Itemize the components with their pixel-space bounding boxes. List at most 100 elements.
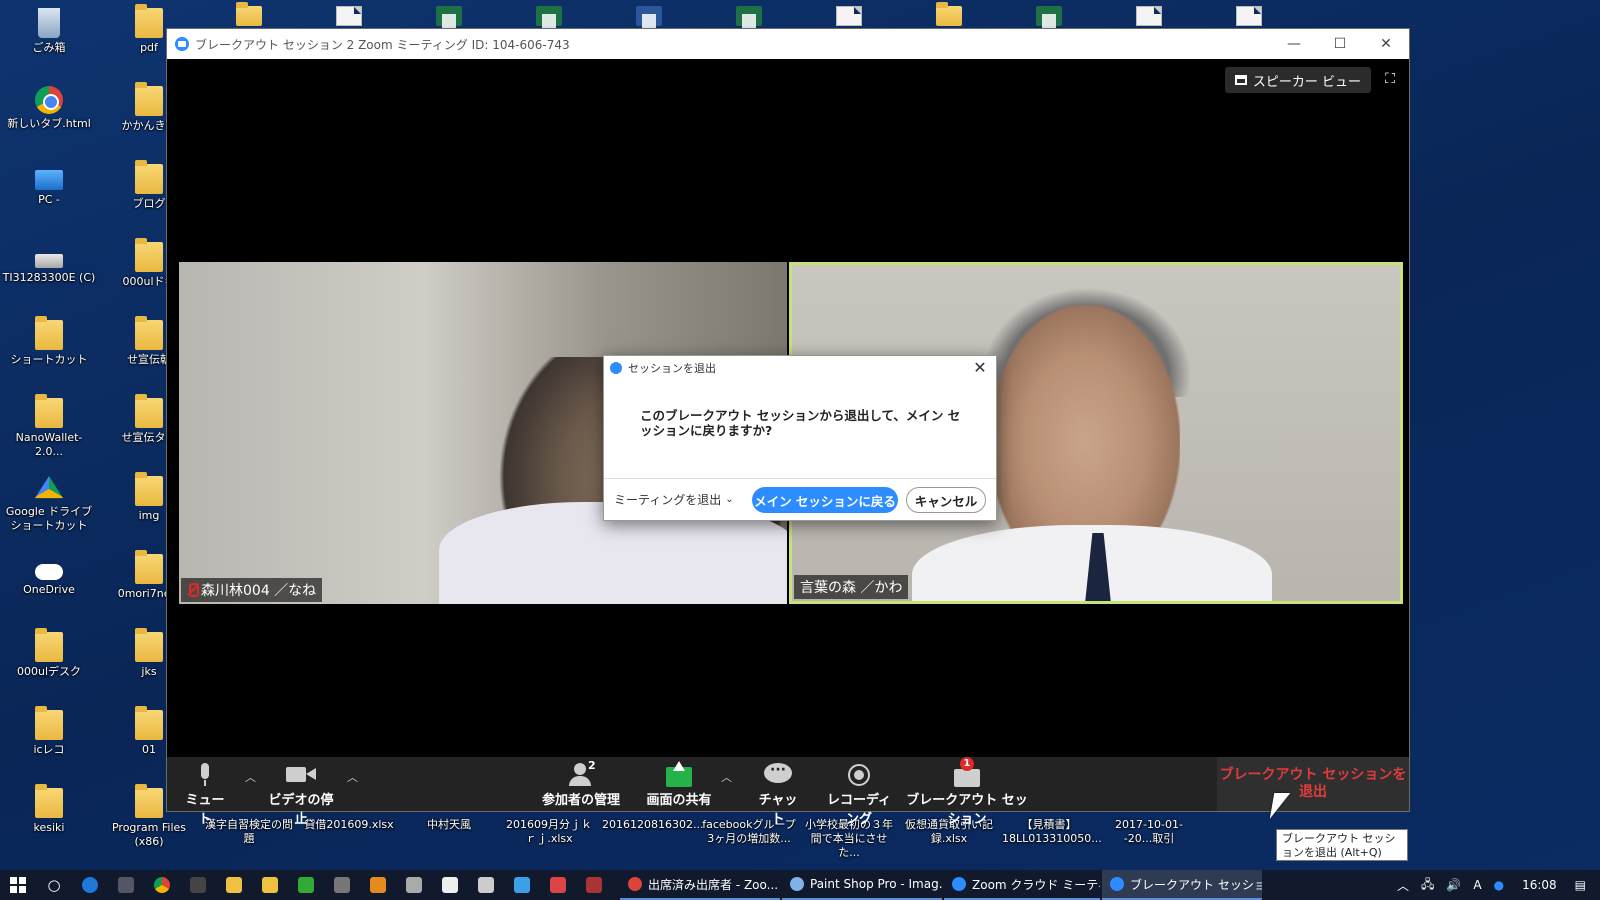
participants-button[interactable]: 2 参加者の管理 xyxy=(539,759,623,808)
desktop-icon[interactable]: PC - xyxy=(2,164,96,207)
app-icon xyxy=(298,877,314,893)
desktop-icon-label: pdf xyxy=(140,41,158,54)
dialog-titlebar: セッションを退出 xyxy=(604,356,996,380)
chrome-icon xyxy=(154,877,170,893)
window-title: ブレークアウト セッション 2 Zoom ミーティング ID: 104-606-… xyxy=(195,37,570,52)
desktop-icon[interactable]: 201609月分ｊｋｒｊ.xlsx xyxy=(502,818,596,846)
desktop-icon[interactable]: NanoWallet-2.0... xyxy=(2,394,96,459)
breakout-rooms-icon: 1 xyxy=(954,757,980,787)
document-icon[interactable] xyxy=(336,6,362,26)
chat-icon xyxy=(764,761,792,787)
mail-pinned[interactable] xyxy=(432,870,468,900)
desktop-icon-label: img xyxy=(138,509,160,522)
document-icon[interactable] xyxy=(836,6,862,26)
close-button[interactable]: ✕ xyxy=(1363,29,1409,59)
volume-icon[interactable]: 🔊 xyxy=(1446,878,1461,892)
edge-pinned[interactable] xyxy=(72,870,108,900)
dialog-footer: ミーティングを退出 ⌄ メイン セッションに戻る キャンセル xyxy=(604,478,996,520)
desktop-icon[interactable]: 000ulデスク xyxy=(2,628,96,679)
start-button[interactable] xyxy=(0,870,36,900)
chat-button[interactable]: チャット xyxy=(753,761,803,827)
taskbar-app-button[interactable]: Zoom クラウド ミーティング xyxy=(944,870,1100,900)
desktop-icon-label: 201609月分ｊｋｒｊ.xlsx xyxy=(506,818,592,845)
edge-icon xyxy=(82,877,98,893)
network-pinned[interactable] xyxy=(396,870,432,900)
network-icon xyxy=(406,877,422,893)
excel-file-icon[interactable] xyxy=(736,6,762,28)
desktop-icon[interactable]: Google ドライブ ショートカット xyxy=(2,476,96,533)
leave-meeting-label: ミーティングを退出 xyxy=(614,493,722,507)
stop-video-button[interactable]: ビデオの停止 xyxy=(265,761,337,827)
cortana-button[interactable]: ○ xyxy=(36,870,72,900)
taskbar-app-button[interactable]: ブレークアウト セッション ... xyxy=(1102,870,1262,900)
ime-indicator[interactable]: A xyxy=(1473,878,1481,892)
speaker-view-button[interactable]: スピーカー ビュー xyxy=(1224,67,1371,93)
desktop-icon-label: 2016120816302... xyxy=(602,818,704,831)
media-pinned[interactable] xyxy=(360,870,396,900)
app-icon xyxy=(790,877,804,891)
app-pinned-yellow[interactable] xyxy=(216,870,252,900)
ie-pinned[interactable] xyxy=(504,870,540,900)
document-icon[interactable] xyxy=(1136,6,1162,26)
store-pinned[interactable] xyxy=(468,870,504,900)
audio-options-caret-icon[interactable]: ︿ xyxy=(245,769,256,785)
excel-file-icon[interactable] xyxy=(436,6,462,28)
network-icon[interactable]: 🖧 xyxy=(1421,875,1434,896)
ie-icon xyxy=(514,877,530,893)
desktop-icon[interactable]: ショートカット xyxy=(2,316,96,367)
camera-app-pinned[interactable] xyxy=(108,870,144,900)
app-pinned-m[interactable] xyxy=(180,870,216,900)
cancel-button[interactable]: キャンセル xyxy=(906,487,986,513)
folder-icon[interactable] xyxy=(236,2,262,26)
desktop-icon-label: Program Files (x86) xyxy=(111,821,187,848)
excel-file-icon[interactable] xyxy=(536,6,562,28)
desktop-icon[interactable]: 中村天風 xyxy=(402,818,496,832)
taskbar-app-button[interactable]: 出席済み出席者 - Zoo... xyxy=(620,870,780,900)
folder-icon xyxy=(135,706,163,740)
minimize-button[interactable]: — xyxy=(1271,29,1317,59)
desktop-icon-label: NanoWallet-2.0... xyxy=(15,431,83,458)
desktop-icon-label: 中村天風 xyxy=(427,818,471,831)
record-button[interactable]: レコーディング xyxy=(821,761,897,827)
return-main-session-button[interactable]: メイン セッションに戻る xyxy=(752,487,898,513)
mute-button[interactable]: ミュート xyxy=(181,761,229,827)
leave-meeting-dropdown[interactable]: ミーティングを退出 ⌄ xyxy=(614,491,734,508)
desktop-icon[interactable]: 2016120816302... xyxy=(602,818,703,832)
breakout-rooms-button[interactable]: 1 ブレークアウト セッション xyxy=(901,757,1033,827)
video-options-caret-icon[interactable]: ︿ xyxy=(347,769,358,785)
share-options-caret-icon[interactable]: ︿ xyxy=(721,769,732,785)
leave-breakout-room-button[interactable]: ブレークアウト セッションを退出 xyxy=(1217,757,1409,811)
taskbar-app-button[interactable]: Paint Shop Pro - Imag... xyxy=(782,870,942,900)
calculator-pinned[interactable] xyxy=(324,870,360,900)
maximize-button[interactable]: ☐ xyxy=(1317,29,1363,59)
desktop-icon[interactable]: icレコ xyxy=(2,706,96,757)
clock[interactable]: 16:08 xyxy=(1522,878,1557,892)
archive-pinned[interactable] xyxy=(576,870,612,900)
app-pinned-green[interactable] xyxy=(288,870,324,900)
chrome-pinned[interactable] xyxy=(144,870,180,900)
notifications-icon[interactable]: ▤ xyxy=(1575,878,1586,892)
paint-pinned[interactable] xyxy=(540,870,576,900)
desktop-icon[interactable]: ごみ箱 xyxy=(2,8,96,55)
desktop-icon[interactable]: OneDrive xyxy=(2,554,96,597)
stop-video-label: ビデオの停止 xyxy=(268,793,334,827)
share-screen-button[interactable]: 画面の共有 xyxy=(643,761,715,808)
onedrive-tray-icon[interactable]: ● xyxy=(1494,878,1504,892)
word-file-icon[interactable] xyxy=(636,6,662,28)
document-icon[interactable] xyxy=(1236,6,1262,26)
drive-icon xyxy=(35,254,63,268)
tray-overflow-icon[interactable]: ︿ xyxy=(1397,877,1409,894)
desktop-icon[interactable]: TI31283300E (C) xyxy=(2,242,96,285)
dialog-close-icon[interactable]: ✕ xyxy=(970,358,990,378)
desktop-icon[interactable]: kesiki xyxy=(2,784,96,835)
folder-icon xyxy=(35,784,63,818)
explorer-pinned[interactable] xyxy=(252,870,288,900)
desktop-icon[interactable]: 2017-10-01--20...取引 xyxy=(1102,818,1196,846)
folder-icon xyxy=(35,316,63,350)
share-screen-label: 画面の共有 xyxy=(646,793,712,808)
excel-file-icon[interactable] xyxy=(1036,6,1062,28)
mail-icon xyxy=(442,877,458,893)
folder-icon[interactable] xyxy=(936,2,962,26)
fullscreen-icon[interactable]: ⛶ xyxy=(1381,71,1399,89)
desktop-icon[interactable]: 新しいタブ.html xyxy=(2,86,96,131)
